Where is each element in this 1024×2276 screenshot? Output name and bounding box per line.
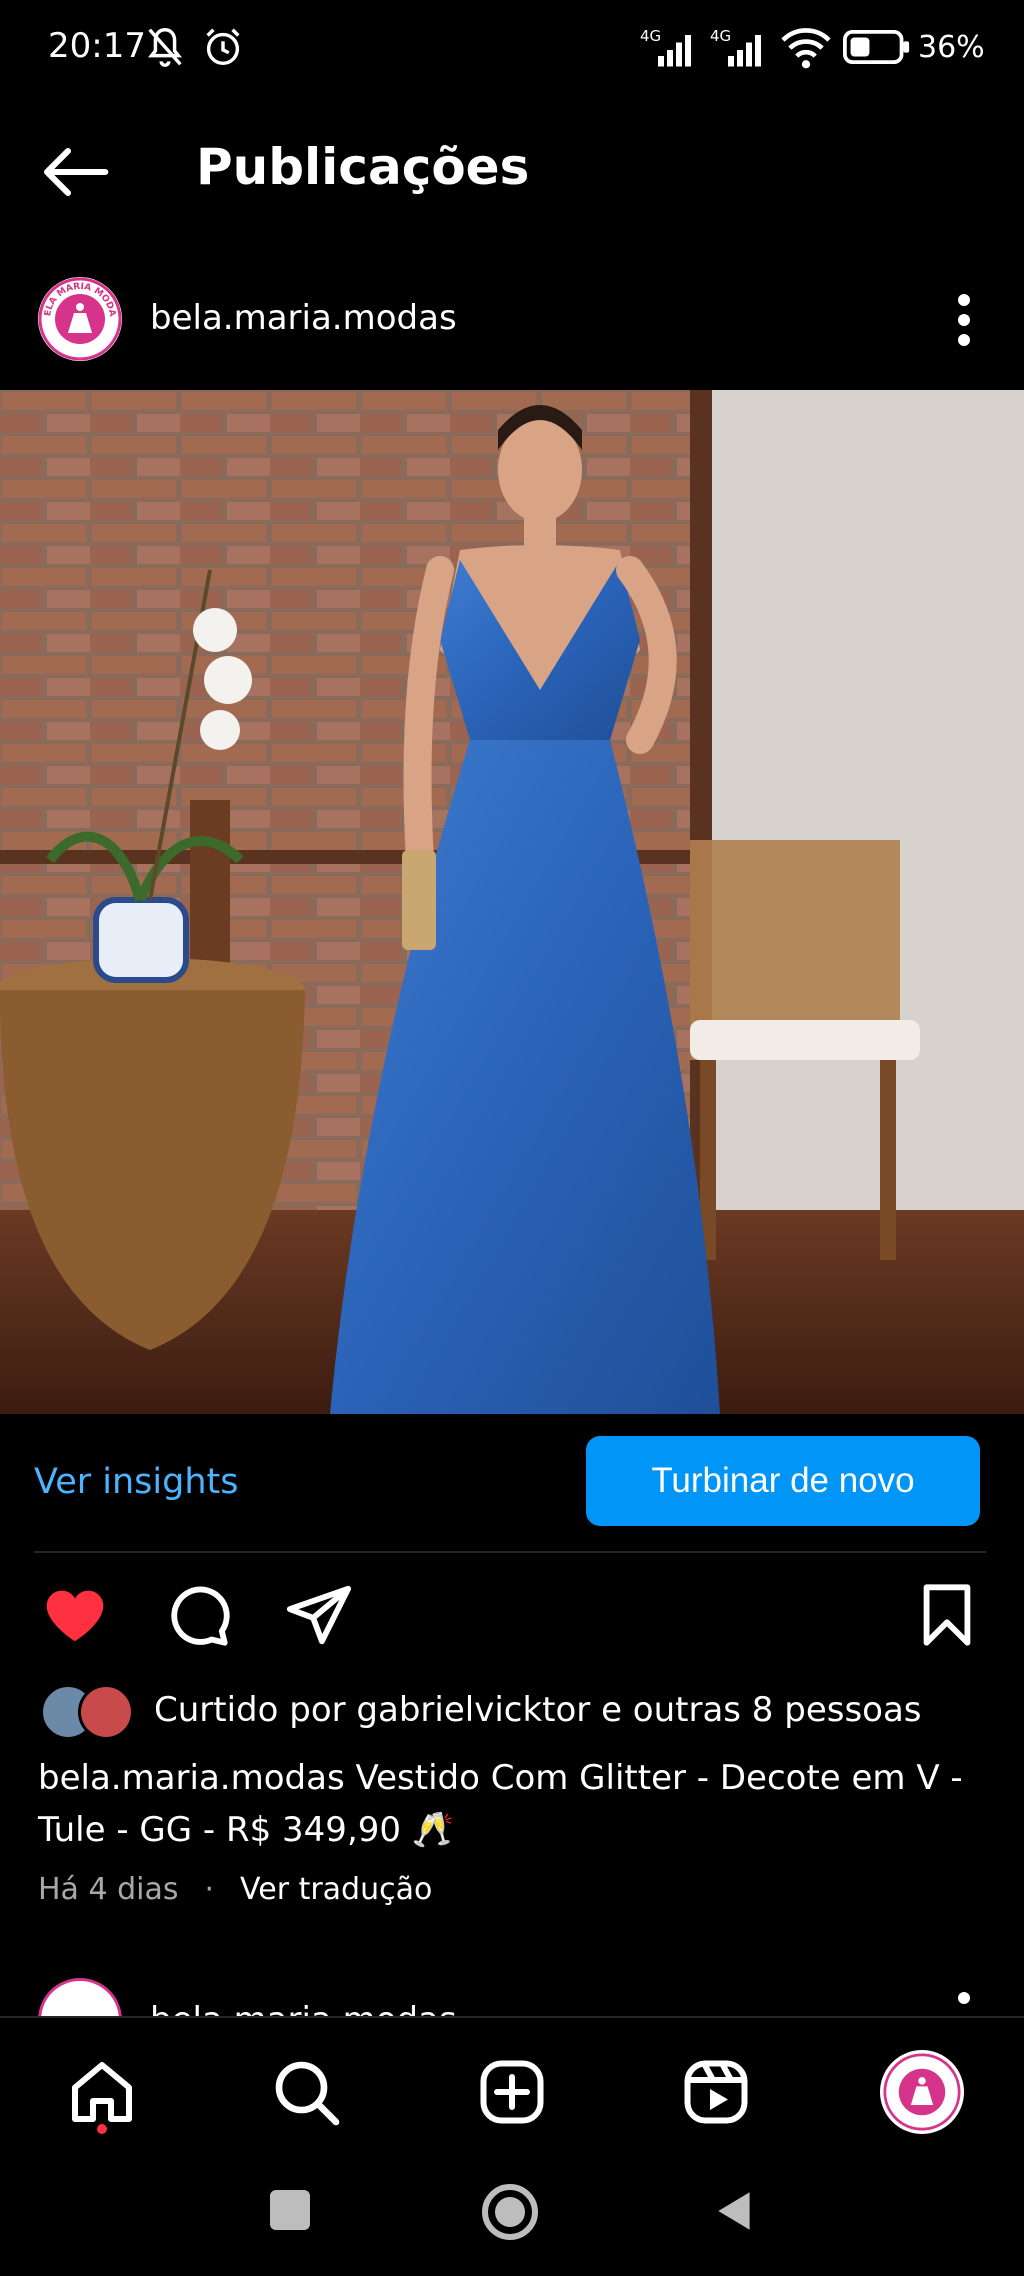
post-caption: bela.maria.modas Vestido Com Glitter - D… [38,1752,988,1856]
view-insights-link[interactable]: Ver insights [34,1462,239,1502]
bookmark-icon[interactable] [912,1580,982,1650]
liked-by-text: Curtido por gabrielvicktor e outras 8 pe… [154,1690,922,1730]
back-button[interactable] [710,2186,760,2236]
signal-icon: 4G [710,27,761,67]
brand-logo [883,2053,961,2131]
next-post-username[interactable]: bela.maria.modas [150,2000,457,2016]
search-icon[interactable] [270,2056,342,2128]
top-header: Publicações [0,110,1024,220]
share-icon[interactable] [284,1580,354,1650]
separator-dot: · [204,1872,215,1907]
more-options-icon[interactable] [944,1990,984,2016]
bottom-nav [0,2016,1024,2168]
timestamp: Há 4 dias [38,1872,179,1907]
post-image[interactable] [0,390,1024,1414]
profile-avatar[interactable] [880,2050,964,2134]
boost-again-button[interactable]: Turbinar de novo [586,1436,980,1526]
svg-text:4G: 4G [710,27,731,45]
battery-icon [843,30,910,64]
home-button[interactable] [480,2182,540,2242]
brand-logo: BELA MARIA MODAS [38,277,122,361]
reels-icon[interactable] [680,2056,752,2128]
liked-by-row[interactable]: Curtido por gabrielvicktor e outras 8 pe… [40,1682,1000,1742]
notification-dot [97,2124,107,2134]
svg-text:4G: 4G [640,27,661,45]
divider [34,1551,986,1553]
more-options-icon[interactable] [944,292,984,348]
battery-percent: 36% [918,30,985,65]
dress-photo [0,390,1024,1414]
caption-username[interactable]: bela.maria.modas [38,1758,345,1798]
muted-bell-icon [147,28,183,67]
signal-icon: 4G [640,27,691,67]
comment-icon[interactable] [162,1580,232,1650]
avatar[interactable]: BELA MARIA MODAS [38,277,122,361]
next-post-header: bela.maria.modas [0,1970,1024,2016]
system-nav-bar [0,2166,1024,2276]
liker-avatar [78,1684,134,1740]
wifi-icon [781,28,831,69]
post-username[interactable]: bela.maria.modas [150,298,457,338]
heart-icon[interactable] [40,1580,110,1650]
status-time: 20:17 [48,26,146,66]
recents-button[interactable] [270,2190,310,2230]
home-icon[interactable] [66,2056,138,2128]
post-meta: Há 4 dias · Ver tradução [38,1872,432,1907]
page-title: Publicações [196,138,530,196]
alarm-icon [206,28,240,66]
back-arrow-icon[interactable] [40,142,110,202]
status-bar: 20:17 4G 4G 36% [0,0,1024,100]
avatar[interactable] [38,1978,122,2016]
post-header: BELA MARIA MODAS bela.maria.modas [0,268,1024,368]
create-post-icon[interactable] [476,2056,548,2128]
see-translation-link[interactable]: Ver tradução [240,1872,432,1907]
